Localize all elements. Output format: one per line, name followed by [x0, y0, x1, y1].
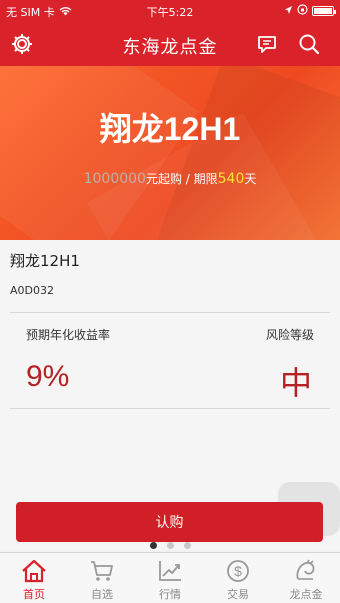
- dragon-icon: [293, 558, 319, 584]
- svg-text:$: $: [234, 563, 242, 579]
- product-name: 翔龙12H1: [10, 252, 80, 270]
- banner-min-amount-suffix: 元起购 / 期限: [145, 172, 218, 186]
- battery-icon: [312, 6, 336, 16]
- product-banner[interactable]: 翔龙12H1 1000000元起购 / 期限540天: [0, 66, 340, 240]
- orientation-lock-icon: [297, 4, 308, 18]
- tab-favorites[interactable]: 自选: [68, 553, 136, 603]
- app-title: 东海龙点金: [122, 37, 218, 58]
- yield-label: 预期年化收益率: [26, 328, 111, 342]
- tab-trade[interactable]: $ 交易: [204, 553, 272, 603]
- page-dot[interactable]: [149, 542, 157, 549]
- status-bar: 无 SIM 卡 下午5:22: [0, 0, 340, 22]
- dollar-icon: $: [225, 558, 251, 584]
- tab-label: 首页: [23, 588, 45, 601]
- cart-icon: [89, 558, 115, 584]
- home-icon: [21, 558, 47, 584]
- tab-label: 交易: [227, 588, 249, 601]
- tab-longdianjin[interactable]: 龙点金: [272, 553, 340, 603]
- page-dot[interactable]: [183, 542, 191, 549]
- subscribe-button[interactable]: 认购: [16, 502, 323, 542]
- search-icon[interactable]: [297, 32, 321, 56]
- banner-subline: 1000000元起购 / 期限540天: [0, 170, 340, 187]
- tab-home[interactable]: 首页: [0, 553, 68, 603]
- banner-days: 540: [217, 171, 245, 187]
- status-right: [284, 4, 336, 18]
- tab-bar: 首页 自选 行情 $ 交易 龙点金: [0, 552, 340, 603]
- risk-label: 风险等级: [265, 328, 314, 342]
- nav-bar: 东海龙点金: [0, 22, 340, 66]
- chart-icon: [157, 558, 183, 584]
- divider: [10, 312, 330, 313]
- tab-label: 自选: [91, 588, 113, 601]
- banner-product-title: 翔龙12H1: [99, 111, 241, 147]
- tab-market[interactable]: 行情: [136, 553, 204, 603]
- page-indicator: [0, 542, 340, 549]
- location-icon: [284, 5, 293, 18]
- banner-days-suffix: 天: [244, 172, 257, 186]
- banner-min-amount: 1000000: [83, 171, 146, 187]
- product-code: A0D032: [10, 284, 54, 297]
- message-icon[interactable]: [255, 32, 279, 56]
- yield-value: 9%: [26, 360, 70, 393]
- tab-label: 龙点金: [289, 588, 323, 601]
- divider: [10, 408, 330, 409]
- tab-label: 行情: [159, 588, 181, 601]
- page-dot[interactable]: [166, 542, 174, 549]
- risk-value: 中: [279, 364, 312, 402]
